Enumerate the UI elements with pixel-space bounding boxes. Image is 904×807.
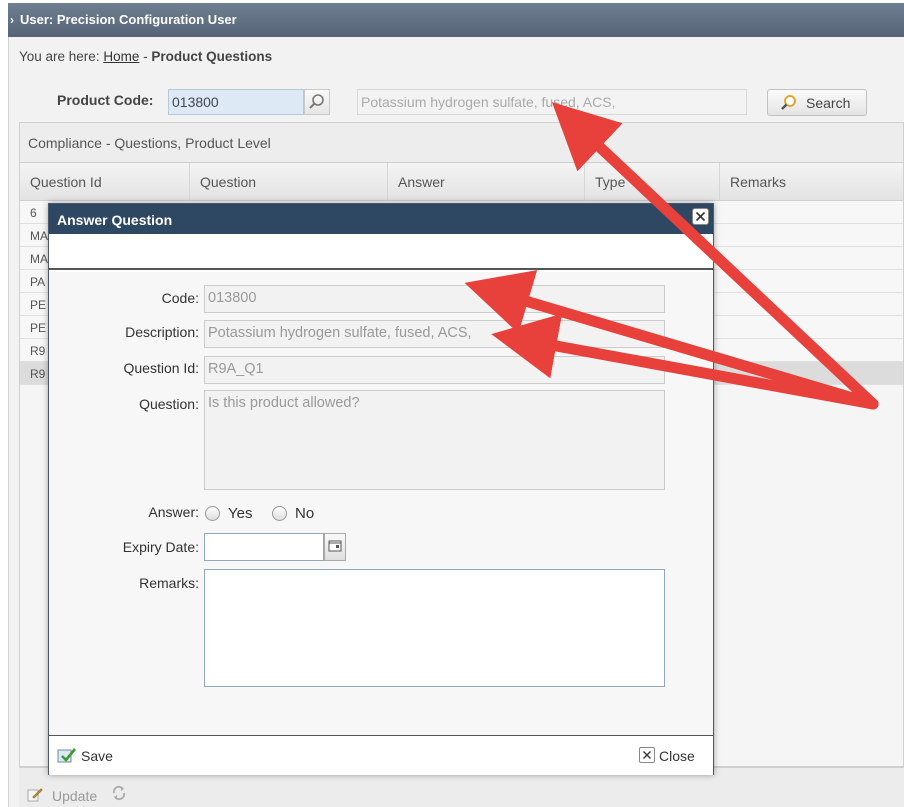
question-field: Is this product allowed? — [204, 390, 665, 490]
save-button[interactable]: Save — [57, 746, 127, 768]
close-button-label: Close — [659, 748, 695, 764]
col-header-remarks[interactable]: Remarks — [720, 163, 904, 201]
question-id-field: R9A_Q1 — [204, 356, 665, 384]
question-label: Question: — [139, 396, 199, 412]
grid-header: Question Id Question Answer Type Remarks — [20, 163, 903, 201]
search-button[interactable]: Search — [767, 89, 867, 116]
code-field: 013800 — [204, 285, 665, 313]
answer-no-label[interactable]: No — [295, 505, 314, 522]
breadcrumb-separator: - — [143, 49, 148, 64]
magnifier-icon — [309, 94, 324, 109]
calendar-icon — [328, 540, 342, 552]
dialog-subheader — [49, 234, 713, 270]
dialog-footer: Save Close — [49, 737, 713, 775]
code-label: Code: — [161, 290, 199, 306]
breadcrumb-current: Product Questions — [151, 49, 273, 64]
expiry-date-label: Expiry Date: — [122, 539, 199, 555]
answer-yes-radio[interactable] — [205, 506, 220, 521]
product-code-label: Product Code: — [57, 92, 154, 108]
remarks-label: Remarks: — [139, 575, 199, 591]
product-lookup-button[interactable] — [304, 89, 330, 115]
breadcrumb: You are here: Home - Product Questions — [19, 49, 272, 64]
search-icon — [781, 95, 796, 110]
close-button[interactable]: Close — [639, 746, 705, 768]
save-button-label: Save — [81, 748, 113, 764]
grid-title: Compliance - Questions, Product Level — [28, 135, 271, 151]
edit-pencil-icon — [27, 788, 43, 802]
close-icon — [639, 747, 655, 763]
window-title: User: Precision Configuration User — [20, 12, 237, 27]
breadcrumb-prefix: You are here: — [19, 49, 100, 64]
save-check-icon — [57, 748, 77, 763]
answer-yes-label[interactable]: Yes — [228, 505, 252, 522]
col-header-question[interactable]: Question — [190, 163, 388, 201]
product-code-input[interactable]: 013800 — [168, 89, 304, 115]
answer-no-radio[interactable] — [272, 506, 287, 521]
window-title-bar: › User: Precision Configuration User — [8, 3, 904, 37]
refresh-icon[interactable] — [110, 784, 128, 802]
dialog-title-bar: Answer Question — [49, 204, 713, 234]
update-button[interactable]: Update — [52, 788, 97, 804]
expiry-date-input[interactable] — [204, 533, 324, 561]
col-header-type[interactable]: Type — [585, 163, 720, 201]
answer-question-dialog: Answer Question Code: 013800 Description… — [48, 203, 714, 775]
col-header-question-id[interactable]: Question Id — [20, 163, 190, 201]
answer-label: Answer: — [148, 504, 199, 520]
breadcrumb-home-link[interactable]: Home — [103, 49, 139, 64]
calendar-picker-button[interactable] — [324, 533, 346, 561]
question-id-label: Question Id: — [123, 360, 200, 376]
remarks-textarea[interactable] — [204, 569, 665, 687]
search-button-label: Search — [806, 95, 851, 111]
grid-title-bar: Compliance - Questions, Product Level — [20, 123, 903, 163]
close-icon — [695, 211, 706, 222]
dialog-title: Answer Question — [57, 212, 173, 228]
collapse-chevron-icon[interactable]: › — [10, 13, 18, 27]
dialog-close-x-button[interactable] — [692, 208, 709, 225]
col-header-answer[interactable]: Answer — [388, 163, 585, 201]
product-description-field: Potassium hydrogen sulfate, fused, ACS, — [357, 89, 747, 115]
dialog-form: Code: 013800 Description: Potassium hydr… — [49, 272, 713, 736]
description-label: Description: — [125, 324, 199, 340]
description-field: Potassium hydrogen sulfate, fused, ACS, — [204, 320, 665, 348]
